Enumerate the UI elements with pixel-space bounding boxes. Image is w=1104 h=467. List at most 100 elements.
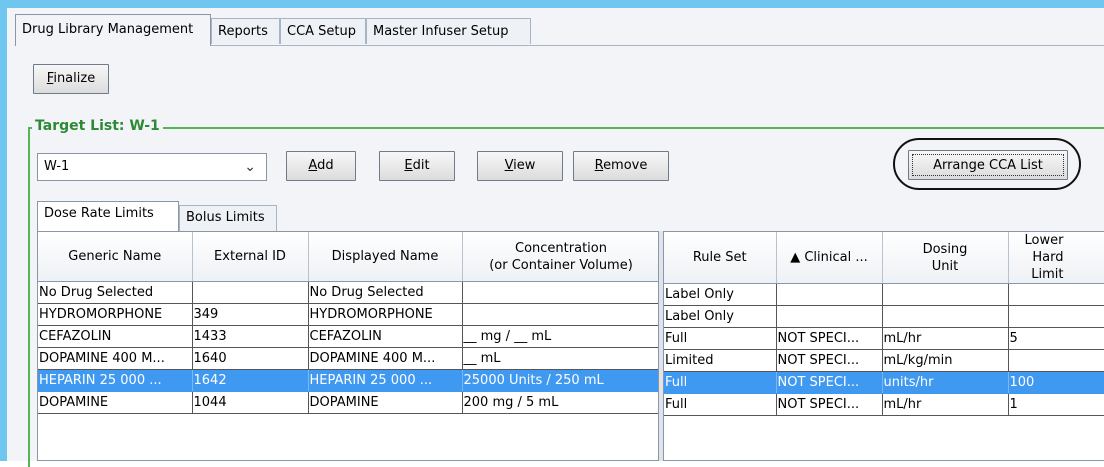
cell: 1640 [192, 347, 309, 370]
cell: CEFAZOLIN [38, 325, 193, 348]
remove-button[interactable]: Remove [573, 151, 669, 181]
tab-bolus-limits[interactable]: Bolus Limits [179, 205, 277, 231]
column-header-rule-set[interactable]: Rule Set [664, 232, 777, 284]
cell: mL/hr [882, 393, 1009, 416]
target-list-dropdown[interactable]: W-1 ⌄ [37, 153, 267, 181]
tab-dose-rate-limits[interactable]: Dose Rate Limits [37, 201, 179, 232]
cell: DOPAMINE [308, 391, 463, 414]
table-row-selected[interactable]: Full NOT SPECI... units/hr 100 [664, 371, 1104, 394]
cell: HYDROMORPHONE [38, 303, 193, 326]
cell: HEPARIN 25 000 ... [38, 369, 193, 392]
limits-table-header: Rule Set ▲ Clinical ... Dosing Unit Lower… [664, 232, 1104, 284]
cell: NOT SPECI... [776, 349, 883, 372]
tab-reports[interactable]: Reports [211, 18, 280, 44]
edit-mnemonic: E [404, 158, 413, 173]
cell: NOT SPECI... [776, 371, 883, 394]
window-frame-left [0, 0, 7, 461]
cell: HEPARIN 25 000 ... [308, 369, 463, 392]
limits-table: Rule Set ▲ Clinical ... Dosing Unit Lower… [664, 232, 1104, 416]
left-table-panel: Generic Name External ID Displayed Name … [37, 231, 659, 461]
cell: NOT SPECI... [776, 327, 883, 350]
drug-table-header: Generic Name External ID Displayed Name … [38, 232, 658, 282]
cell: HYDROMORPHONE [308, 303, 463, 326]
cell: CEFAZOLIN [308, 325, 463, 348]
column-header-generic-name[interactable]: Generic Name [38, 232, 193, 282]
target-list-title: Target List: W-1 [32, 116, 163, 136]
cell: __ mg / __ mL [462, 325, 658, 348]
cell: 1433 [192, 325, 309, 348]
table-row[interactable]: DOPAMINE 1044 DOPAMINE 200 mg / 5 mL [38, 391, 658, 414]
cell: DOPAMINE 400 M... [308, 347, 463, 370]
finalize-label: inalize [53, 71, 96, 86]
cell: 25000 Units / 250 mL [462, 369, 658, 392]
cell [1008, 349, 1104, 372]
table-row[interactable]: Limited NOT SPECI... mL/kg/min [664, 349, 1104, 372]
column-header-displayed-name[interactable]: Displayed Name [308, 232, 463, 282]
table-row[interactable]: Full NOT SPECI... mL/hr 1 [664, 393, 1104, 416]
table-row-selected[interactable]: HEPARIN 25 000 ... 1642 HEPARIN 25 000 .… [38, 369, 658, 392]
cell [882, 305, 1009, 328]
column-header-concentration[interactable]: Concentration (or Container Volume) [462, 232, 658, 282]
add-mnemonic: A [308, 158, 318, 173]
remove-mnemonic: R [594, 158, 604, 173]
cell: mL/hr [882, 327, 1009, 350]
cell [1008, 305, 1104, 328]
view-button[interactable]: View [477, 151, 563, 181]
table-row[interactable]: No Drug Selected No Drug Selected [38, 281, 658, 304]
tab-master-infuser-setup[interactable]: Master Infuser Setup [366, 18, 531, 44]
column-header-clinical[interactable]: ▲ Clinical ... [776, 232, 883, 284]
tab-cca-setup[interactable]: CCA Setup [280, 18, 366, 44]
cell: 100 [1008, 371, 1104, 394]
remove-label: emove [603, 158, 648, 173]
cell: NOT SPECI... [776, 393, 883, 416]
edit-label: dit [412, 158, 430, 173]
table-row[interactable]: Label Only [664, 305, 1104, 328]
cell [776, 283, 883, 306]
cell: mL/kg/min [882, 349, 1009, 372]
add-button[interactable]: Add [286, 151, 356, 181]
drug-table: Generic Name External ID Displayed Name … [38, 232, 658, 414]
cell [462, 281, 658, 304]
cell: __ mL [462, 347, 658, 370]
cell: Limited [664, 349, 777, 372]
cell: DOPAMINE [38, 391, 193, 414]
main-tabbar: Drug Library Management Reports CCA Setu… [15, 14, 1104, 46]
cell: units/hr [882, 371, 1009, 394]
target-list-selected: W-1 [44, 159, 70, 174]
cell: DOPAMINE 400 M... [38, 347, 193, 370]
table-row[interactable]: HYDROMORPHONE 349 HYDROMORPHONE [38, 303, 658, 326]
right-table-panel: Rule Set ▲ Clinical ... Dosing Unit Lower… [663, 231, 1104, 461]
cell: 5 [1008, 327, 1104, 350]
add-label: dd [317, 158, 334, 173]
cell: 1642 [192, 369, 309, 392]
chevron-down-icon: ⌄ [244, 159, 256, 175]
cell: 1 [1008, 393, 1104, 416]
cell [192, 281, 309, 304]
column-header-external-id[interactable]: External ID [192, 232, 309, 282]
cell [776, 305, 883, 328]
cell: 1044 [192, 391, 309, 414]
view-label: iew [513, 158, 536, 173]
table-row[interactable]: Label Only [664, 283, 1104, 306]
cell: No Drug Selected [38, 281, 193, 304]
cell: Label Only [664, 283, 777, 306]
cell: 349 [192, 303, 309, 326]
table-row[interactable]: CEFAZOLIN 1433 CEFAZOLIN __ mg / __ mL [38, 325, 658, 348]
cell: Full [664, 327, 777, 350]
edit-button[interactable]: Edit [379, 151, 455, 181]
cell: Full [664, 371, 777, 394]
finalize-button[interactable]: Finalize [33, 64, 109, 94]
column-header-lower-hard-limit[interactable]: Lower Hard Limit [1008, 232, 1104, 284]
cell: No Drug Selected [308, 281, 463, 304]
column-header-dosing-unit[interactable]: Dosing Unit [882, 232, 1009, 284]
cell: 200 mg / 5 mL [462, 391, 658, 414]
tab-drug-library-management[interactable]: Drug Library Management [15, 14, 211, 46]
cell [882, 283, 1009, 306]
cell [1008, 283, 1104, 306]
view-mnemonic: V [504, 158, 514, 173]
table-row[interactable]: DOPAMINE 400 M... 1640 DOPAMINE 400 M...… [38, 347, 658, 370]
window-frame-top [0, 0, 1104, 8]
cell: Label Only [664, 305, 777, 328]
cell [462, 303, 658, 326]
table-row[interactable]: Full NOT SPECI... mL/hr 5 [664, 327, 1104, 350]
